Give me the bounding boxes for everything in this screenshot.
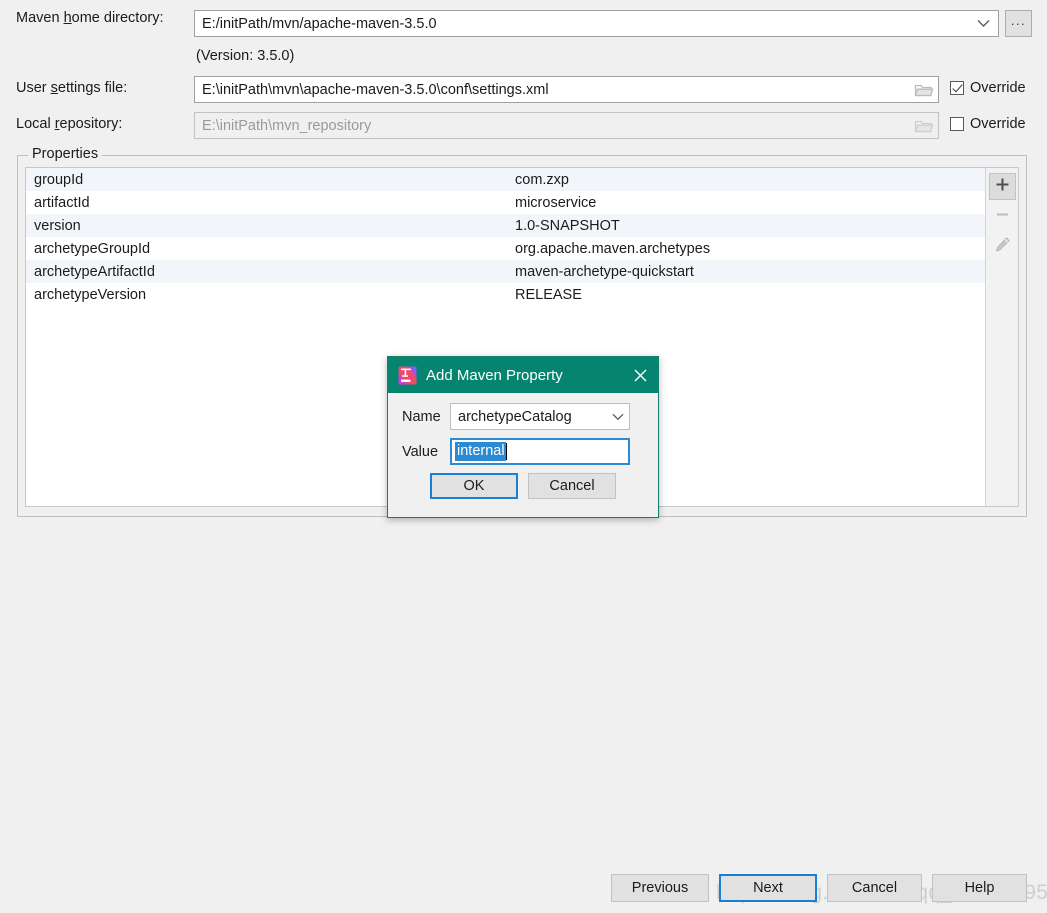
property-name-select[interactable]: archetypeCatalog xyxy=(450,403,630,430)
maven-home-directory-label: Maven home directory: xyxy=(16,10,191,26)
label-mnemonic: h xyxy=(63,10,72,26)
chevron-down-icon[interactable] xyxy=(972,11,994,36)
maven-home-browse-button[interactable]: ... xyxy=(1005,10,1032,37)
maven-home-browse-label: ... xyxy=(1010,13,1027,28)
local-repository-input[interactable]: E:\initPath\mvn_repository xyxy=(194,112,939,139)
next-button[interactable]: Next xyxy=(719,874,817,902)
dialog-body: Name archetypeCatalog Value internal OK … xyxy=(388,393,658,499)
local-repository-override-checkbox[interactable]: Override xyxy=(950,116,1026,132)
user-settings-file-label: User settings file: xyxy=(16,80,191,96)
plus-icon xyxy=(995,177,1010,196)
dialog-value-row: Value internal xyxy=(402,438,644,465)
property-name: version xyxy=(34,217,81,234)
properties-toolbar xyxy=(985,168,1018,506)
property-value: 1.0-SNAPSHOT xyxy=(515,217,620,234)
dialog-ok-button[interactable]: OK xyxy=(430,473,518,499)
table-row[interactable]: artifactId microservice xyxy=(26,191,985,214)
property-value: com.zxp xyxy=(515,171,569,188)
user-settings-file-row: User settings file: xyxy=(16,80,191,96)
pencil-icon xyxy=(994,236,1011,257)
intellij-idea-icon xyxy=(398,366,417,385)
maven-version-note: (Version: 3.5.0) xyxy=(196,48,295,64)
property-name: archetypeArtifactId xyxy=(34,263,155,280)
edit-property-button[interactable] xyxy=(989,233,1016,260)
local-repository-label: Local repository: xyxy=(16,116,191,132)
property-name: archetypeVersion xyxy=(34,286,147,303)
folder-icon xyxy=(914,117,934,135)
property-name-selected-value: archetypeCatalog xyxy=(458,408,572,425)
property-value: microservice xyxy=(515,194,597,211)
wizard-button-bar: Previous Next Cancel Help xyxy=(0,874,1047,908)
dialog-button-row: OK Cancel xyxy=(402,473,644,499)
table-row[interactable]: version 1.0-SNAPSHOT xyxy=(26,214,985,237)
table-row[interactable]: groupId com.zxp xyxy=(26,168,985,191)
user-settings-override-checkbox[interactable]: Override xyxy=(950,80,1026,96)
local-repository-override-label: Override xyxy=(970,116,1026,132)
chevron-down-icon[interactable] xyxy=(607,404,629,429)
label-text-pre: User xyxy=(16,80,51,96)
dialog-name-label: Name xyxy=(402,408,441,425)
cancel-button[interactable]: Cancel xyxy=(827,874,922,902)
label-text-pre: Maven xyxy=(16,10,64,26)
previous-button[interactable]: Previous xyxy=(611,874,709,902)
user-settings-file-input[interactable]: E:\initPath\mvn\apache-maven-3.5.0\conf\… xyxy=(194,76,939,103)
dialog-title: Add Maven Property xyxy=(426,366,563,384)
folder-icon[interactable] xyxy=(914,81,934,99)
dialog-name-row: Name archetypeCatalog xyxy=(402,403,644,430)
checkbox-box[interactable] xyxy=(950,81,964,95)
local-repository-row: Local repository: xyxy=(16,116,191,132)
maven-home-directory-row: Maven home directory: xyxy=(16,10,191,26)
maven-home-directory-value: E:/initPath/mvn/apache-maven-3.5.0 xyxy=(202,15,437,32)
table-row[interactable]: archetypeGroupId org.apache.maven.archet… xyxy=(26,237,985,260)
remove-property-button[interactable] xyxy=(989,203,1016,230)
property-value-text: internal xyxy=(455,442,506,461)
user-settings-file-value: E:\initPath\mvn\apache-maven-3.5.0\conf\… xyxy=(202,81,549,98)
property-name: artifactId xyxy=(34,194,90,211)
dialog-value-label: Value xyxy=(402,443,439,460)
label-text-post: ome directory: xyxy=(71,10,164,26)
property-value: maven-archetype-quickstart xyxy=(515,263,694,280)
label-mnemonic: s xyxy=(50,80,58,96)
local-repository-value: E:\initPath\mvn_repository xyxy=(202,117,372,134)
text-caret xyxy=(505,443,507,460)
property-value-input[interactable]: internal xyxy=(450,438,630,465)
checkbox-box[interactable] xyxy=(950,117,964,131)
add-maven-property-dialog: Add Maven Property Name archetypeCatalog… xyxy=(387,356,659,518)
dialog-title-bar[interactable]: Add Maven Property xyxy=(388,357,658,393)
user-settings-override-label: Override xyxy=(970,80,1026,96)
dialog-cancel-button[interactable]: Cancel xyxy=(528,473,616,499)
label-text-post: epository: xyxy=(59,116,123,132)
table-row[interactable]: archetypeArtifactId maven-archetype-quic… xyxy=(26,260,985,283)
help-button[interactable]: Help xyxy=(932,874,1027,902)
property-name: groupId xyxy=(34,171,84,188)
property-name: archetypeGroupId xyxy=(34,240,151,257)
property-value: RELEASE xyxy=(515,286,582,303)
property-value: org.apache.maven.archetypes xyxy=(515,240,711,257)
table-row[interactable]: archetypeVersion RELEASE xyxy=(26,283,985,306)
maven-home-directory-combobox[interactable]: E:/initPath/mvn/apache-maven-3.5.0 xyxy=(194,10,999,37)
label-text-post: ettings file: xyxy=(57,80,128,96)
close-icon[interactable] xyxy=(622,357,658,393)
add-property-button[interactable] xyxy=(988,173,1016,200)
properties-group-title: Properties xyxy=(28,146,103,162)
minus-icon xyxy=(995,207,1010,226)
label-text-pre: Local xyxy=(16,116,55,132)
